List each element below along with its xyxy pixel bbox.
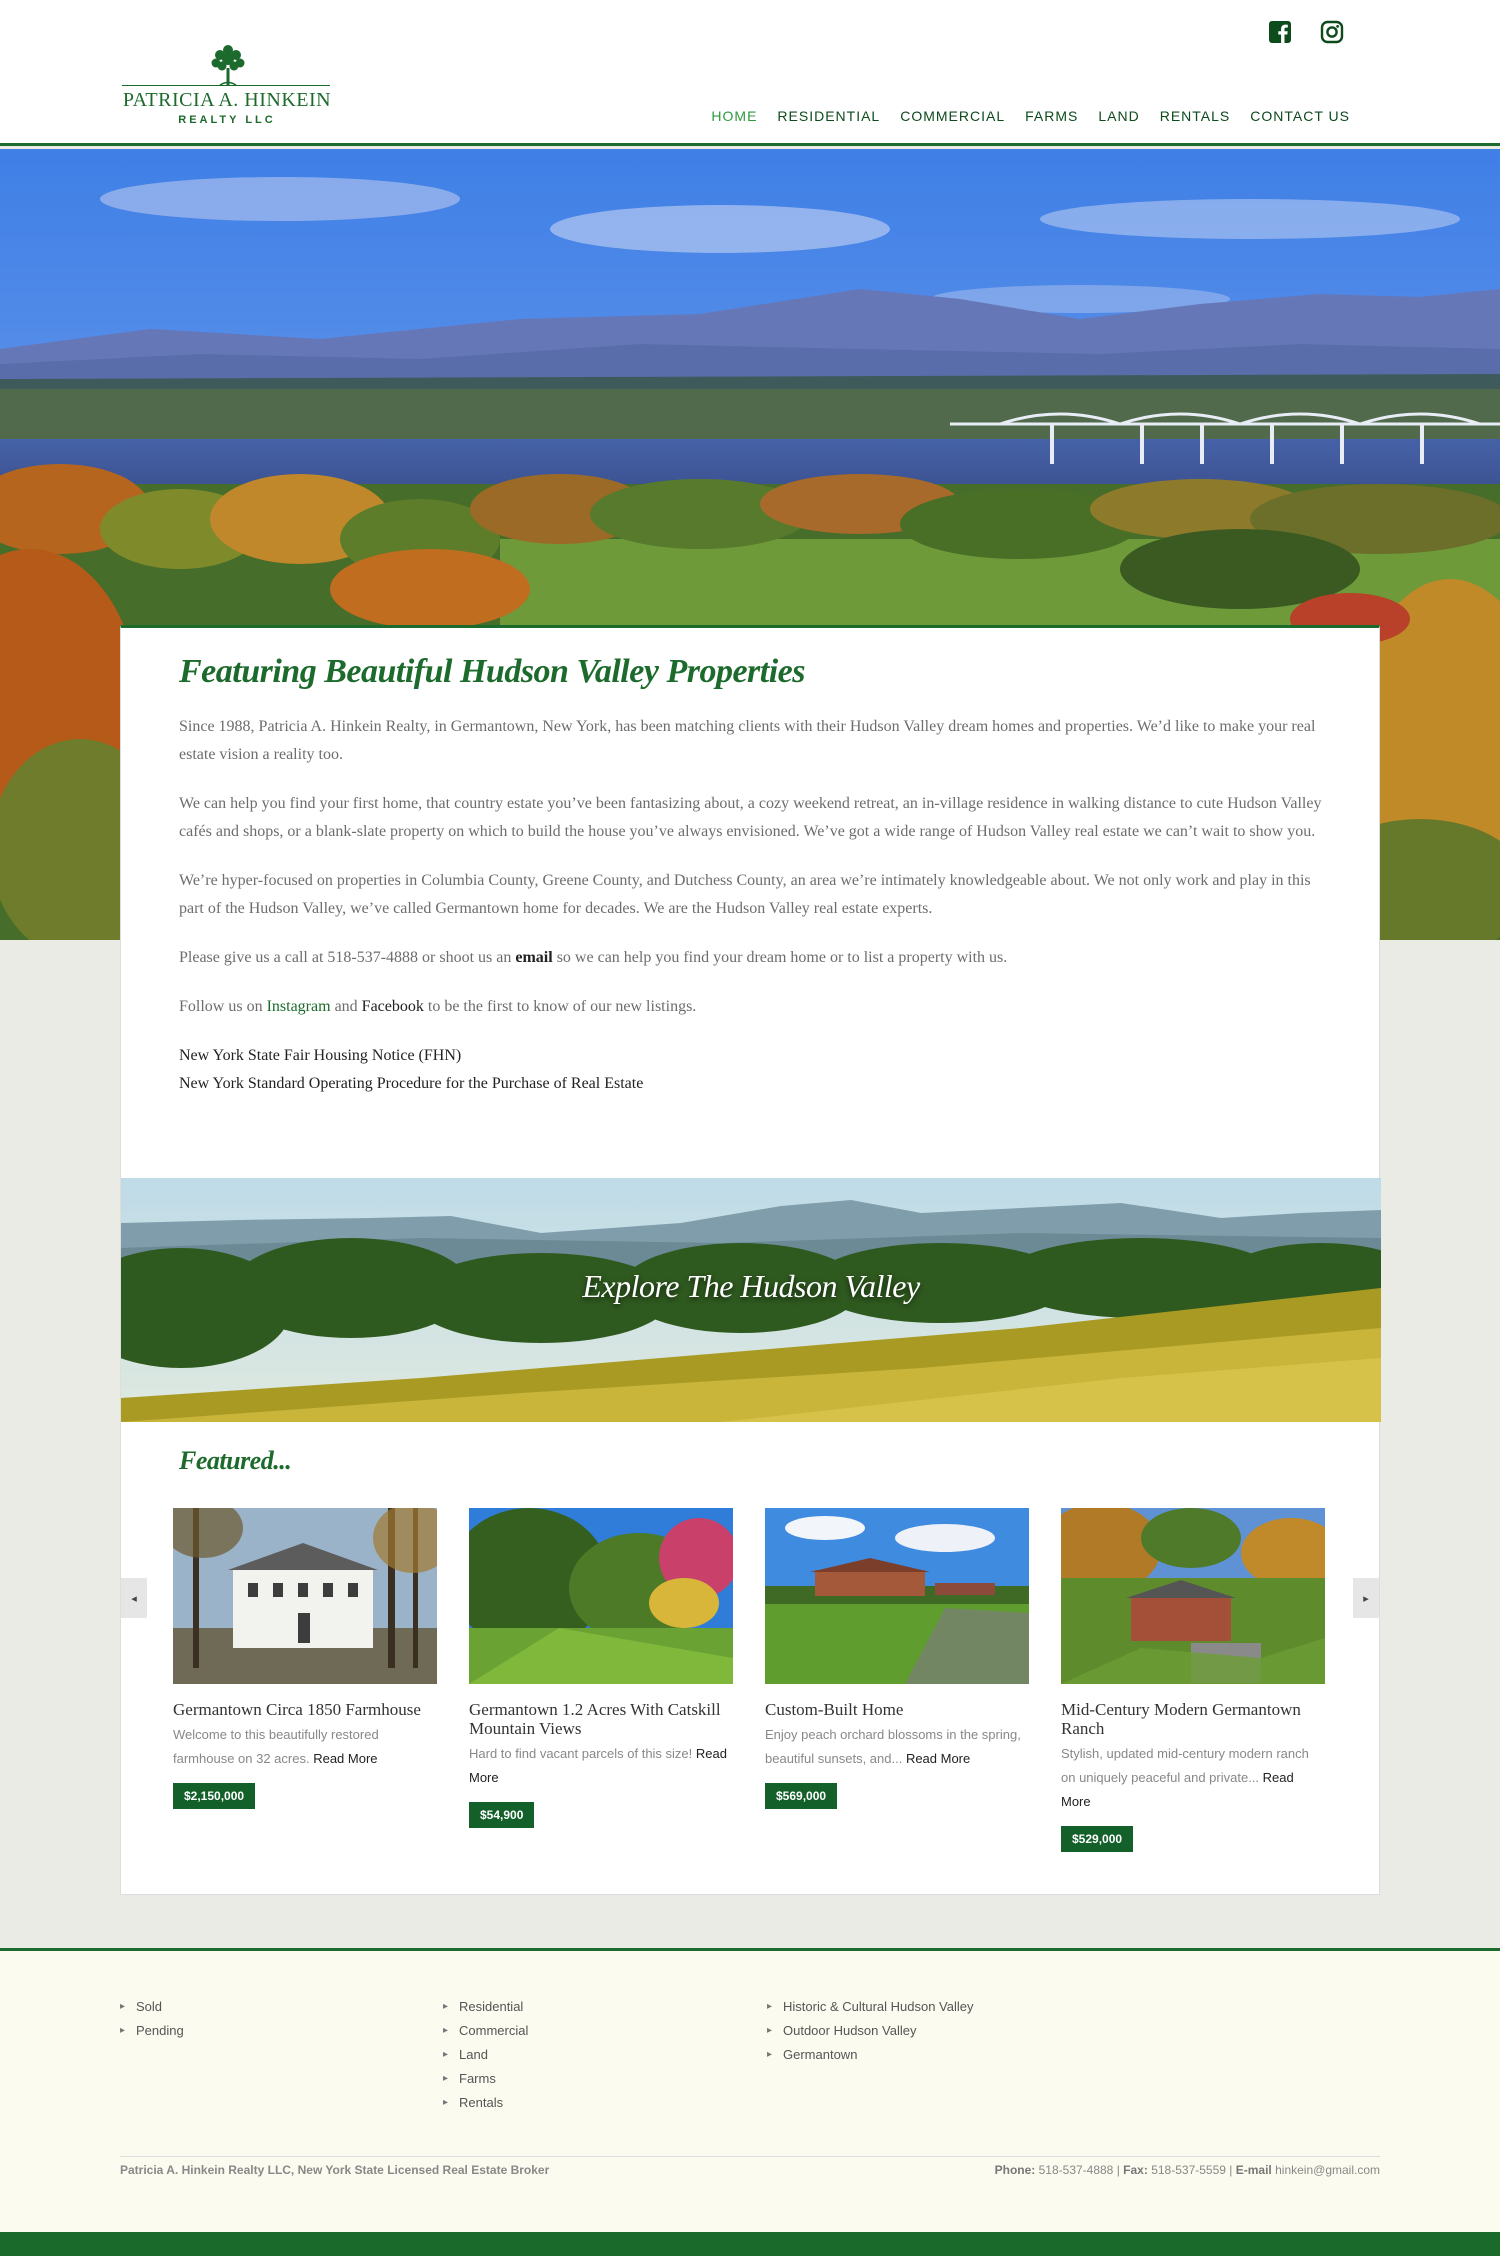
carousel-prev-button[interactable]: ◂ — [121, 1578, 147, 1618]
listing-title[interactable]: Germantown 1.2 Acres With Catskill Mount… — [469, 1700, 733, 1738]
email-label: E-mail — [1235, 2163, 1272, 2177]
separator: | — [1229, 2163, 1233, 2177]
footer-link-land[interactable]: Land — [443, 2043, 528, 2067]
nav-contact-us[interactable]: CONTACT US — [1250, 108, 1350, 124]
instagram-link[interactable]: Instagram — [267, 998, 331, 1015]
footer-column-property-types: Residential Commercial Land Farms Rental… — [443, 1995, 528, 2115]
logo-rule — [122, 85, 330, 86]
email-link[interactable]: email — [515, 949, 552, 966]
explore-title: Explore The Hudson Valley — [582, 1268, 920, 1304]
footer-column-status: Sold Pending — [120, 1995, 184, 2043]
footer-link-rentals[interactable]: Rentals — [443, 2091, 528, 2115]
price-badge: $54,900 — [469, 1802, 535, 1828]
p5-text-a: Follow us on — [179, 998, 267, 1015]
read-more-link[interactable]: Read More — [313, 1751, 377, 1766]
price-badge: $2,150,000 — [173, 1783, 256, 1809]
featured-heading: Featured... — [179, 1446, 292, 1475]
intro-paragraph-4: Please give us a call at 518-537-4888 or… — [179, 944, 1329, 972]
logo-name: PATRICIA A. HINKEIN — [122, 89, 332, 111]
listing-description: Welcome to this beautifully restored far… — [173, 1723, 437, 1771]
listing-title[interactable]: Custom-Built Home — [765, 1700, 1029, 1719]
nav-residential[interactable]: RESIDENTIAL — [777, 108, 880, 124]
phone-number[interactable]: 518-537-4888 — [1039, 2163, 1114, 2177]
listing-card[interactable]: Germantown 1.2 Acres With Catskill Mount… — [469, 1508, 733, 1828]
footer-link-sold[interactable]: Sold — [120, 1995, 184, 2019]
p5-text-and: and — [330, 998, 362, 1015]
listing-title[interactable]: Germantown Circa 1850 Farmhouse — [173, 1700, 437, 1719]
listing-photo-land[interactable] — [469, 1508, 733, 1684]
footer-link-residential[interactable]: Residential — [443, 1995, 528, 2019]
price-badge: $529,000 — [1061, 1826, 1134, 1852]
price-badge: $569,000 — [765, 1783, 838, 1809]
main-content-card: Featuring Beautiful Hudson Valley Proper… — [120, 625, 1381, 1895]
intro-section: Featuring Beautiful Hudson Valley Proper… — [179, 653, 1329, 1098]
explore-banner[interactable]: Explore The Hudson Valley — [121, 1178, 1381, 1422]
listing-photo-ranch[interactable] — [1061, 1508, 1325, 1684]
listing-desc-text: Hard to find vacant parcels of this size… — [469, 1746, 693, 1761]
p4-text-b: so we can help you find your dream home … — [552, 949, 1008, 966]
nav-commercial[interactable]: COMMERCIAL — [900, 108, 1005, 124]
instagram-icon[interactable] — [1320, 20, 1344, 44]
fax-number: 518-537-5559 — [1151, 2163, 1226, 2177]
separator: | — [1116, 2163, 1120, 2177]
footer-email-link[interactable]: hinkein@gmail.com — [1275, 2163, 1380, 2177]
read-more-link[interactable]: Read More — [906, 1751, 970, 1766]
phone-label: Phone: — [994, 2163, 1036, 2177]
facebook-icon[interactable] — [1268, 20, 1292, 44]
broker-notice: Patricia A. Hinkein Realty LLC, New York… — [120, 2163, 550, 2177]
listing-photo-custom-home[interactable] — [765, 1508, 1029, 1684]
footer-link-farms[interactable]: Farms — [443, 2067, 528, 2091]
site-header: PATRICIA A. HINKEIN REALTY LLC HOME RESI… — [0, 0, 1500, 146]
fair-housing-notice-link[interactable]: New York State Fair Housing Notice (FHN) — [179, 1042, 1329, 1070]
intro-paragraph-1: Since 1988, Patricia A. Hinkein Realty, … — [179, 718, 1316, 763]
listing-photo-farmhouse[interactable] — [173, 1508, 437, 1684]
footer-link-historic-cultural[interactable]: Historic & Cultural Hudson Valley — [767, 1995, 974, 2019]
intro-paragraph-2: We can help you find your first home, th… — [179, 795, 1322, 840]
nav-farms[interactable]: FARMS — [1025, 108, 1078, 124]
footer-column-explore: Historic & Cultural Hudson Valley Outdoo… — [767, 1995, 974, 2067]
logo-subtitle: REALTY LLC — [178, 114, 276, 126]
listing-card[interactable]: Germantown Circa 1850 Farmhouse Welcome … — [173, 1508, 437, 1809]
site-logo[interactable]: PATRICIA A. HINKEIN REALTY LLC — [122, 42, 332, 132]
tree-logo-icon — [211, 45, 245, 86]
site-footer: Sold Pending Residential Commercial Land… — [0, 1948, 1500, 2232]
listing-card[interactable]: Mid-Century Modern Germantown Ranch Styl… — [1061, 1508, 1325, 1852]
facebook-link[interactable]: Facebook — [362, 998, 424, 1015]
standard-operating-procedure-link[interactable]: New York Standard Operating Procedure fo… — [179, 1070, 1329, 1098]
listing-desc-text: Enjoy peach orchard blossoms in the spri… — [765, 1727, 1021, 1766]
intro-paragraph-5: Follow us on Instagram and Facebook to b… — [179, 993, 1329, 1021]
nav-land[interactable]: LAND — [1098, 108, 1139, 124]
p4-text-a: Please give us a call at 518-537-4888 or… — [179, 949, 516, 966]
footer-link-germantown[interactable]: Germantown — [767, 2043, 974, 2067]
listing-description: Enjoy peach orchard blossoms in the spri… — [765, 1723, 1029, 1771]
p5-text-b: to be the first to know of our new listi… — [423, 998, 697, 1015]
carousel-next-button[interactable]: ▸ — [1353, 1578, 1379, 1618]
chevron-right-icon: ▸ — [1363, 1592, 1369, 1605]
listing-card[interactable]: Custom-Built Home Enjoy peach orchard bl… — [765, 1508, 1029, 1809]
footer-link-commercial[interactable]: Commercial — [443, 2019, 528, 2043]
chevron-left-icon: ◂ — [131, 1592, 137, 1605]
intro-paragraph-3: We’re hyper-focused on properties in Col… — [179, 872, 1311, 917]
fax-label: Fax: — [1123, 2163, 1148, 2177]
contact-details: Phone: 518-537-4888 | Fax: 518-537-5559 … — [995, 2163, 1380, 2177]
intro-heading: Featuring Beautiful Hudson Valley Proper… — [179, 653, 805, 690]
footer-link-pending[interactable]: Pending — [120, 2019, 184, 2043]
footer-bottom-bar: Patricia A. Hinkein Realty LLC, New York… — [120, 2156, 1380, 2177]
listing-description: Hard to find vacant parcels of this size… — [469, 1742, 733, 1790]
legal-links: New York State Fair Housing Notice (FHN)… — [179, 1042, 1329, 1098]
listing-title[interactable]: Mid-Century Modern Germantown Ranch — [1061, 1700, 1325, 1738]
main-nav: HOME RESIDENTIAL COMMERCIAL FARMS LAND R… — [711, 108, 1350, 124]
listing-description: Stylish, updated mid-century modern ranc… — [1061, 1742, 1325, 1814]
nav-home[interactable]: HOME — [711, 108, 757, 124]
footer-bottom-strip — [0, 2232, 1500, 2256]
nav-rentals[interactable]: RENTALS — [1160, 108, 1231, 124]
footer-link-outdoor[interactable]: Outdoor Hudson Valley — [767, 2019, 974, 2043]
